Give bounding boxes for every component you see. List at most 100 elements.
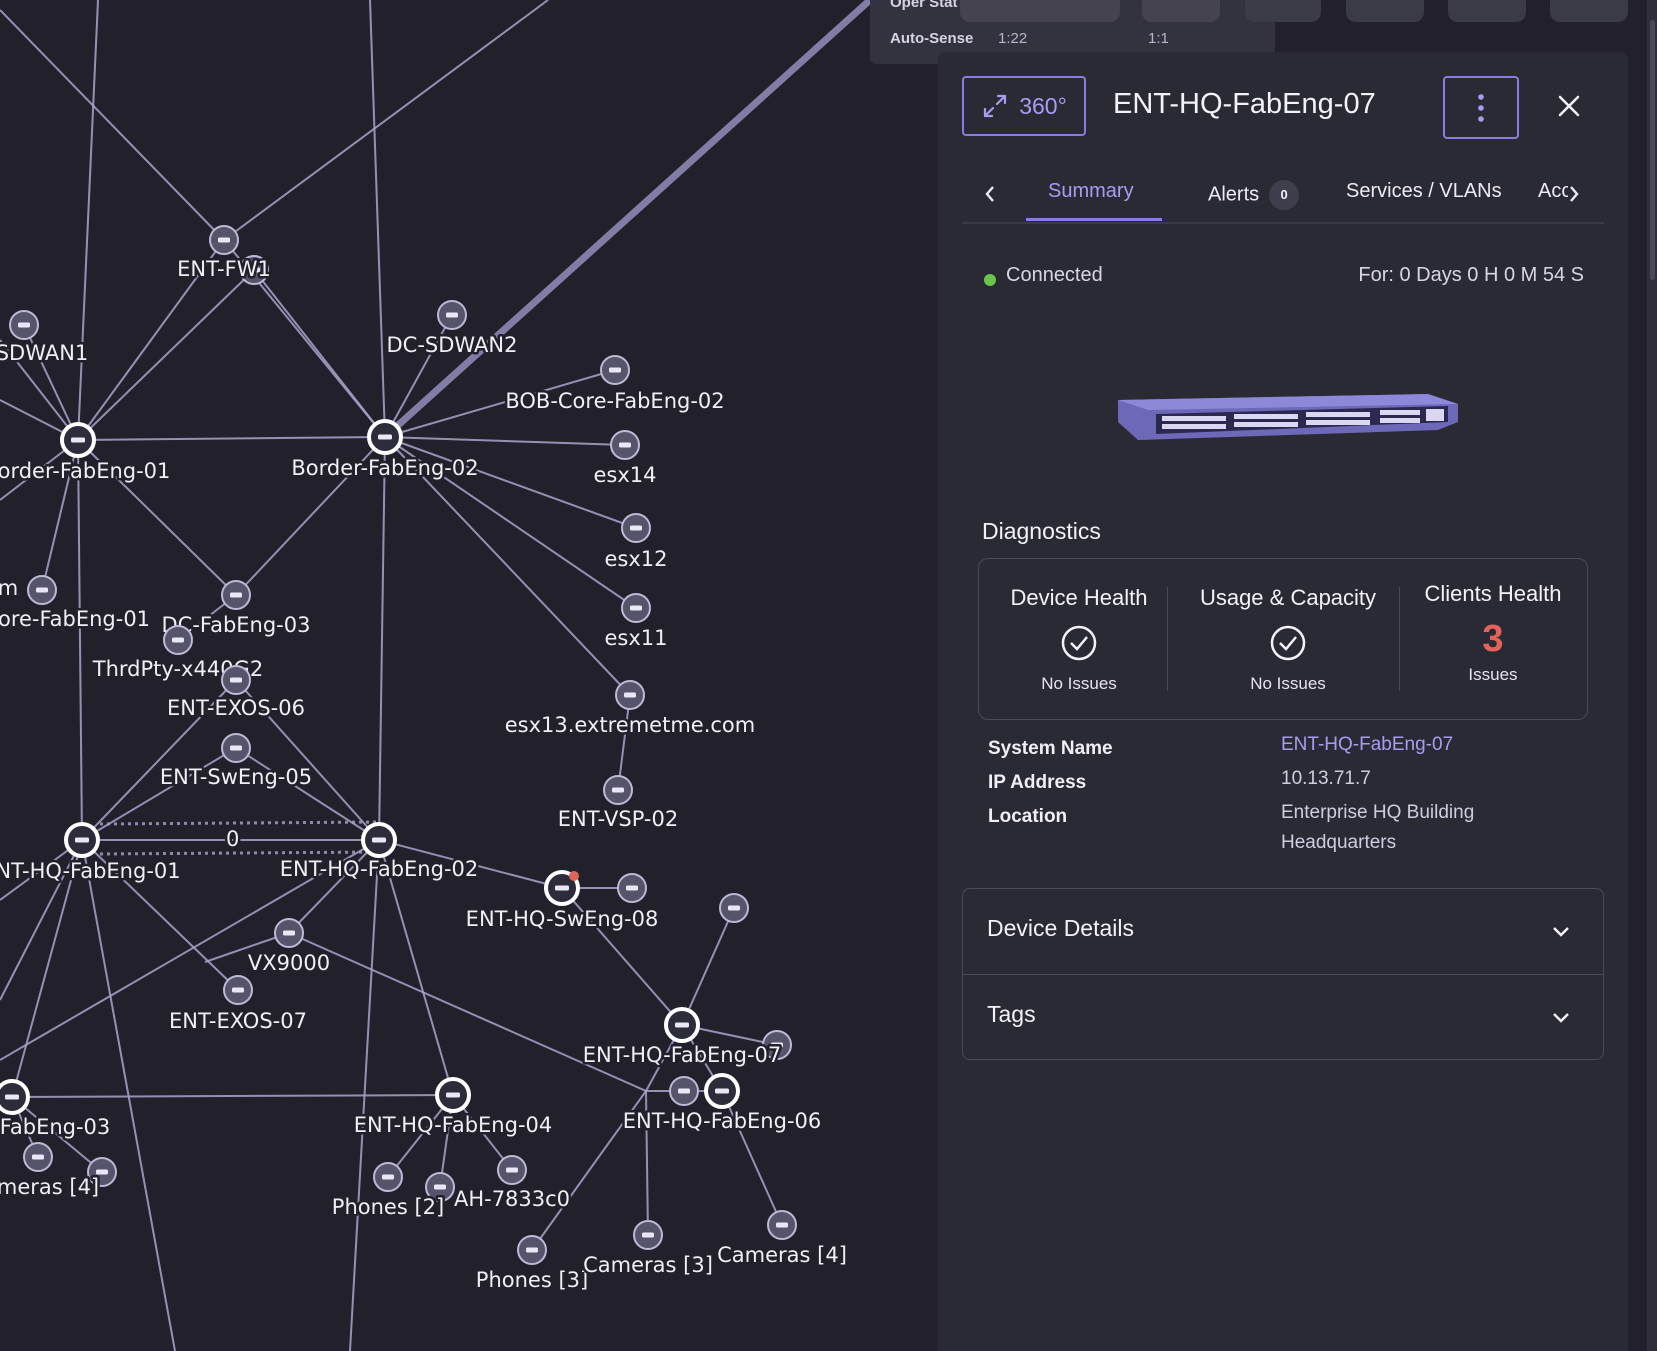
topology-node-label: SDWAN1 <box>0 341 88 365</box>
topology-node-label: DC-SDWAN2 <box>387 333 518 357</box>
tab-summary[interactable]: Summary <box>1048 180 1134 203</box>
view-360-button[interactable]: 360° <box>962 76 1086 136</box>
device-glyph <box>609 367 621 373</box>
topology-node-cam3[interactable]: Cameras [3] <box>581 1220 715 1280</box>
topology-node-label: Cameras [4] <box>717 1243 847 1267</box>
topology-node-hqfab01[interactable]: NT-HQ-FabEng-01 <box>0 822 183 886</box>
topology-node-vsp02[interactable]: ENT-VSP-02 <box>555 775 681 834</box>
topology-node-vx9000[interactable]: VX9000 <box>245 918 333 978</box>
tab-services-vlans[interactable]: Services / VLANs <box>1346 180 1502 203</box>
topology-node-cam4b[interactable]: Cameras [4] <box>715 1210 849 1270</box>
topology-node-sdwan1[interactable]: SDWAN1 <box>0 310 91 368</box>
more-options-button[interactable] <box>1443 76 1519 139</box>
topology-node-phones3[interactable]: Phones [3] <box>473 1235 591 1295</box>
topology-node-ah7833[interactable]: AH-7833c0 <box>451 1155 573 1214</box>
topology-nodes[interactable]: ENT-FW1 SDWAN1 DC-SDWAN2 BOB-Core-FabEng-02… <box>0 225 849 1295</box>
chevron-left-icon <box>985 186 994 202</box>
port-chip[interactable] <box>1550 0 1628 22</box>
clients-health-value: Issues <box>1468 665 1518 684</box>
tags-title: Tags <box>987 1001 1036 1027</box>
topology-node-m[interactable]: m <box>0 574 21 604</box>
tab-scroll-left[interactable] <box>978 182 1002 206</box>
tab-alerts[interactable]: Alerts 0 <box>1208 180 1300 210</box>
location-label: Location <box>988 806 1068 827</box>
system-name-label: System Name <box>988 738 1113 759</box>
tab-scroll-right[interactable] <box>1562 182 1586 206</box>
device-glyph <box>612 787 624 793</box>
connection-status-dot <box>984 274 996 286</box>
topology-node-corefab01[interactable]: ore-FabEng-01 <box>0 575 153 634</box>
clients-health-card[interactable]: Clients Health 3 Issues <box>1399 559 1587 719</box>
device-glyph <box>5 1094 19 1100</box>
device-side-panel: 360° ENT-HQ-FabEng-07 Summary Alerts 0 Se… <box>938 52 1628 1351</box>
topology-node-label: esx14 <box>593 463 656 487</box>
close-button[interactable] <box>1553 90 1585 122</box>
device-glyph <box>630 605 642 611</box>
device-glyph <box>715 1088 729 1094</box>
topology-node-label: ore-FabEng-01 <box>0 607 150 631</box>
topology-node-label: ENT-FW1 <box>177 257 271 281</box>
topology-node-label: ENT-EXOS-07 <box>169 1009 307 1033</box>
topology-node-hqfab02[interactable]: ENT-HQ-FabEng-02 <box>277 822 481 884</box>
ip-address-label: IP Address <box>988 772 1087 793</box>
device-glyph <box>18 322 30 328</box>
device-details-section[interactable]: Device Details <box>963 889 1603 975</box>
device-glyph <box>382 1174 394 1180</box>
topology-node-label: esx11 <box>604 626 667 650</box>
topology-node-esx12[interactable]: esx12 <box>602 513 670 574</box>
device-glyph <box>776 1222 788 1228</box>
topology-node-fab03[interactable]: FabEng-03 <box>0 1079 113 1142</box>
topology-node-label: esx13.extremetme.com <box>505 713 756 737</box>
topology-node-esx14[interactable]: esx14 <box>591 430 659 490</box>
device-glyph <box>218 237 230 243</box>
device-glyph <box>619 442 631 448</box>
location-value-line1: Enterprise HQ Building <box>1281 802 1475 823</box>
check-circle-icon <box>1061 625 1097 661</box>
topology-node-label: ENT-HQ-SwEng-08 <box>466 907 659 931</box>
port-chip[interactable] <box>1142 0 1220 22</box>
location-value-line2: Headquarters <box>1281 832 1397 853</box>
topology-node-dcsdwan2[interactable]: DC-SDWAN2 <box>384 300 520 360</box>
topology-node-hqfab06[interactable]: ENT-HQ-FabEng-06 <box>620 1073 824 1136</box>
device-glyph <box>283 930 295 936</box>
topology-node-label: ENT-HQ-FabEng-06 <box>623 1109 822 1133</box>
topology-node-fw1[interactable]: ENT-FW1 <box>175 225 273 284</box>
scrollbar-thumb[interactable] <box>1650 20 1655 280</box>
device-health-card[interactable]: Device Health No Issues <box>979 559 1179 719</box>
topology-node-label: ENT-SwEng-05 <box>160 765 312 789</box>
chevron-down-icon <box>1553 927 1569 937</box>
tags-section[interactable]: Tags <box>963 975 1603 1059</box>
topology-node-cam4a[interactable]: meras [4] <box>0 1142 102 1202</box>
topology-node-hqfab04[interactable]: ENT-HQ-FabEng-04 <box>351 1077 555 1140</box>
device-glyph <box>526 1247 538 1253</box>
device-glyph <box>232 987 244 993</box>
connection-status: Connected <box>1006 264 1103 286</box>
topology-node-label: ENT-VSP-02 <box>558 807 678 831</box>
diagnostics-box: Device Health No Issues Usage & Capacity… <box>978 558 1588 720</box>
topology-node-hqfab07[interactable]: ENT-HQ-FabEng-07 <box>580 1007 784 1070</box>
port-chip[interactable] <box>960 0 1120 22</box>
usage-capacity-card[interactable]: Usage & Capacity No Issues <box>1183 559 1393 719</box>
port-chip[interactable] <box>1346 0 1424 22</box>
close-icon <box>1558 95 1580 117</box>
panel-tabs: Summary Alerts 0 Services / VLANs Acc <box>962 170 1604 224</box>
device-health-value: No Issues <box>1041 674 1117 693</box>
topology-node-border02[interactable]: Border-FabEng-02 <box>289 419 481 483</box>
system-name-link[interactable]: ENT-HQ-FabEng-07 <box>1281 730 1541 760</box>
device-glyph <box>506 1167 518 1173</box>
device-glyph <box>678 1088 690 1094</box>
device-glyph <box>230 592 242 598</box>
port-chip[interactable] <box>1245 0 1321 22</box>
ip-address-value: 10.13.71.7 <box>1281 768 1371 789</box>
topology-node-border01[interactable]: order-FabEng-01 <box>0 422 173 486</box>
topology-node-exos07[interactable]: ENT-EXOS-07 <box>167 975 309 1036</box>
topology-node-bobcore[interactable]: BOB-Core-FabEng-02 <box>503 355 727 416</box>
topology-node-esx11[interactable]: esx11 <box>602 593 670 653</box>
device-glyph <box>630 525 642 531</box>
topology-node-label: AH-7833c0 <box>454 1187 570 1211</box>
port-chip[interactable] <box>1448 0 1526 22</box>
panel-title: ENT-HQ-FabEng-07 <box>1113 88 1376 120</box>
topology-node-label: Phones [2] <box>332 1195 444 1219</box>
topology-node-sweng05[interactable]: ENT-SwEng-05 <box>157 733 315 792</box>
topology-node-esx13[interactable]: esx13.extremetme.com <box>502 680 758 740</box>
